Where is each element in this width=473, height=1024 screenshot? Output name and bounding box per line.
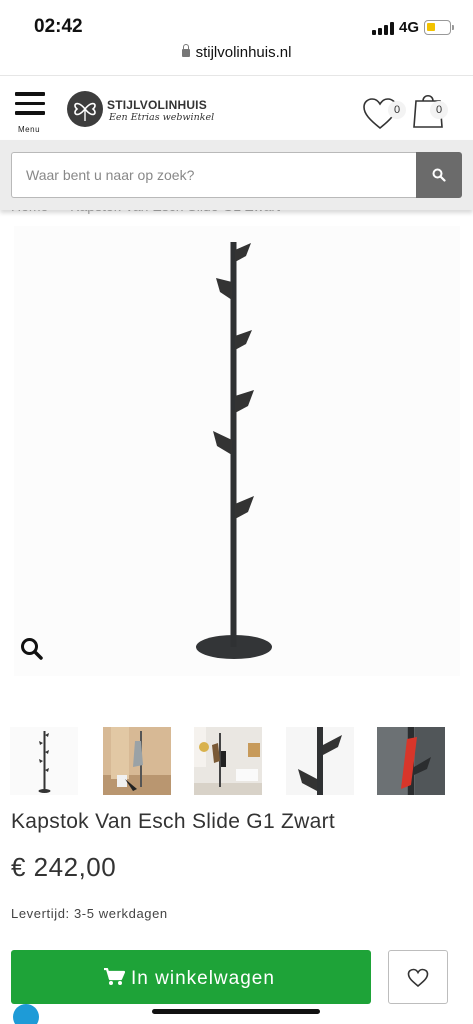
lock-icon	[181, 44, 190, 57]
status-time: 02:42	[34, 16, 83, 37]
add-to-cart-button[interactable]: In winkelwagen	[11, 950, 371, 1004]
coat-stand-image	[196, 242, 272, 659]
site-logo[interactable]: STIJLVOLINHUIS Een Etrias webwinkel	[67, 91, 217, 129]
heart-icon	[407, 968, 429, 988]
thumbnail-4[interactable]	[286, 727, 354, 795]
wishlist-count: 0	[388, 101, 406, 119]
site-header: Menu STIJLVOLINHUIS Een Etrias webwinkel…	[0, 75, 473, 139]
thumbnail-strip	[0, 727, 473, 795]
thumbnail-3[interactable]	[194, 727, 262, 795]
search-icon	[432, 168, 446, 182]
zoom-icon	[21, 638, 43, 660]
wishlist-button[interactable]: 0	[362, 95, 406, 131]
add-to-wishlist-button[interactable]	[388, 950, 448, 1004]
browser-url-bar[interactable]: stijlvolinhuis.nl	[0, 44, 473, 74]
signal-icon	[372, 22, 394, 35]
thumbnail-2[interactable]	[103, 727, 171, 795]
thumbnail-1[interactable]	[10, 727, 78, 795]
cart-count: 0	[430, 101, 448, 119]
home-indicator	[152, 1009, 320, 1014]
chat-button[interactable]	[13, 1004, 39, 1024]
search-button[interactable]	[416, 152, 462, 198]
zoom-button[interactable]	[20, 637, 44, 661]
add-to-cart-label: In winkelwagen	[131, 968, 275, 989]
search-input[interactable]: Waar bent u naar op zoek?	[11, 152, 417, 198]
product-title: Kapstok Van Esch Slide G1 Zwart	[11, 810, 336, 833]
logo-mark	[67, 91, 103, 127]
cart-button[interactable]: 0	[412, 91, 454, 131]
logo-name: STIJLVOLINHUIS	[107, 98, 207, 112]
logo-tagline: Een Etrias webwinkel	[109, 112, 215, 123]
product-price: € 242,00	[11, 852, 117, 882]
url-text: stijlvolinhuis.nl	[195, 44, 292, 61]
menu-label: Menu	[18, 125, 41, 134]
delivery-time: Levertijd: 3-5 werkdagen	[11, 906, 168, 921]
thumbnail-5[interactable]	[377, 727, 445, 795]
network-type: 4G	[399, 19, 420, 36]
search-bar: Waar bent u naar op zoek?	[0, 140, 473, 210]
battery-icon	[424, 20, 454, 35]
status-bar: 02:42 4G	[0, 0, 473, 44]
product-image[interactable]	[14, 226, 460, 676]
menu-icon	[15, 92, 45, 96]
cart-icon	[104, 967, 126, 985]
